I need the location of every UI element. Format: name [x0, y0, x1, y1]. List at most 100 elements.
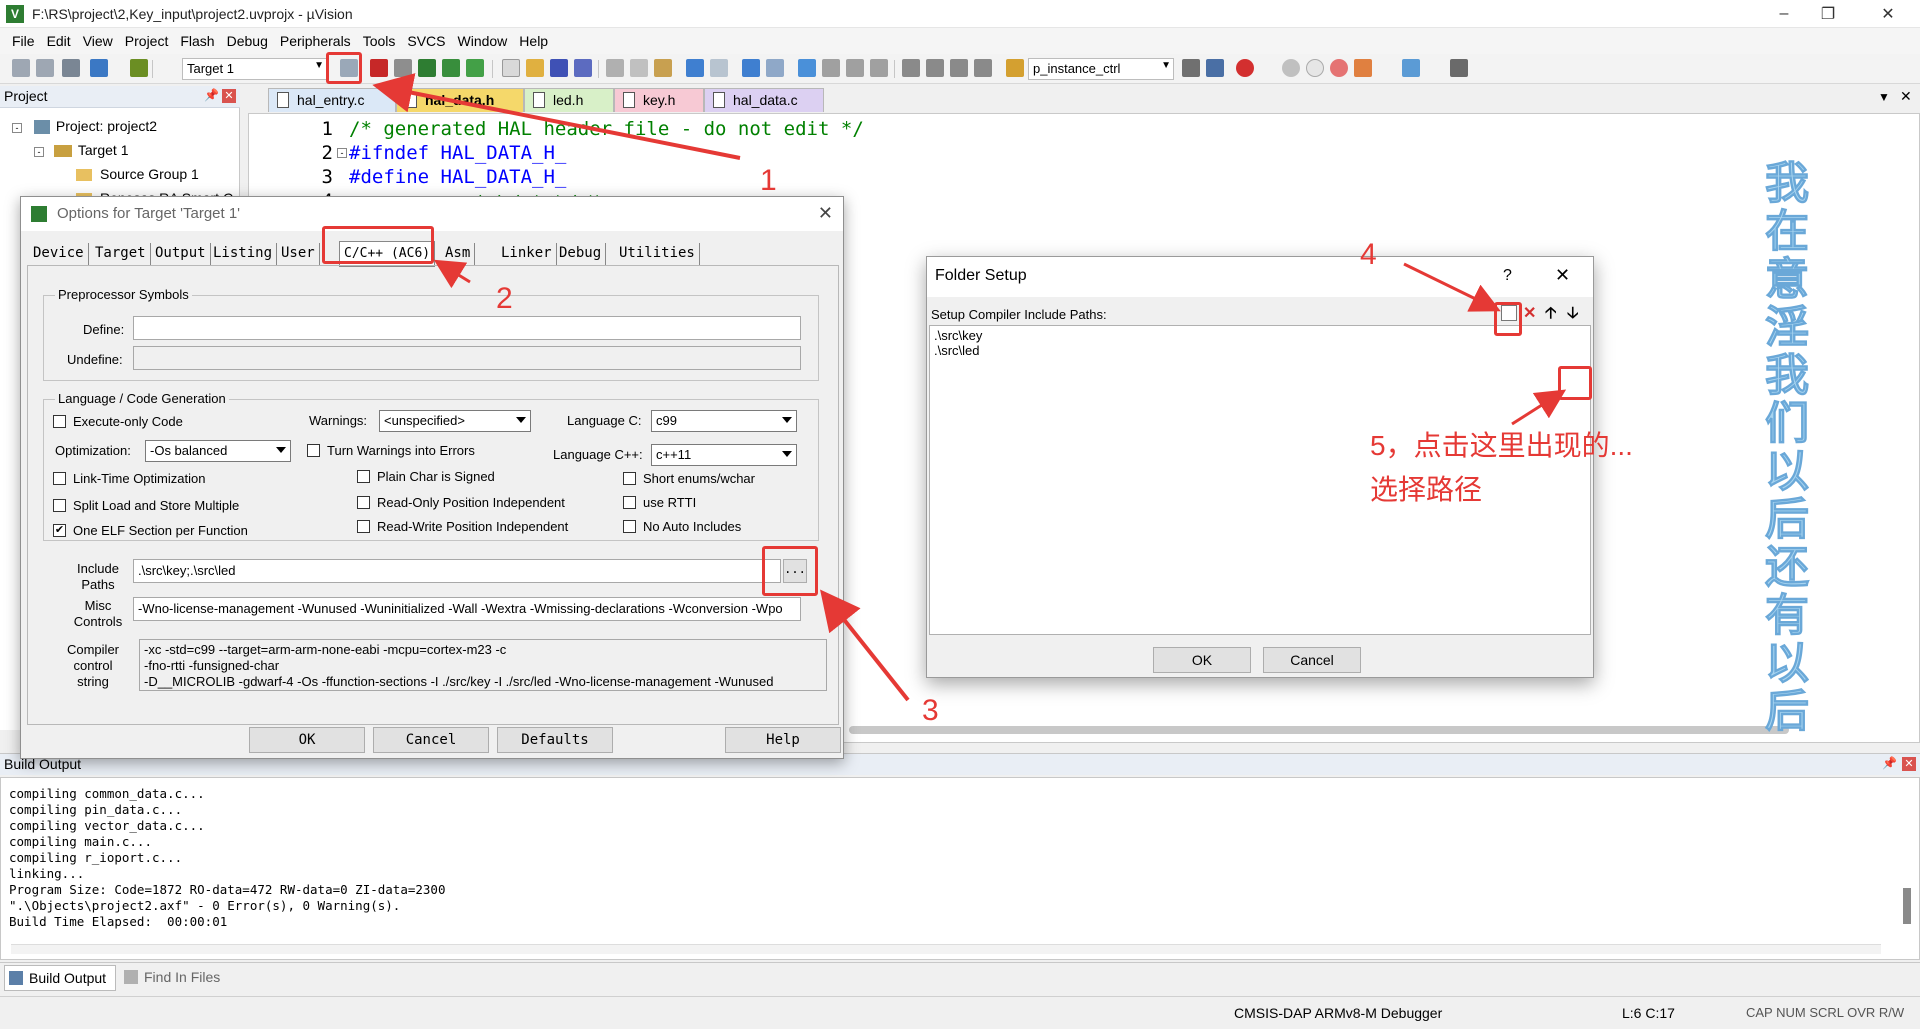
tab-output[interactable]: Output	[151, 243, 211, 265]
configure-icon[interactable]	[1450, 59, 1468, 77]
save-icon[interactable]	[550, 59, 568, 77]
menu-tools[interactable]: Tools	[357, 33, 402, 49]
panel-close-icon[interactable]: ✕	[222, 89, 236, 103]
menu-peripherals[interactable]: Peripherals	[274, 33, 357, 49]
debug-session-icon[interactable]	[1236, 59, 1254, 77]
menu-debug[interactable]: Debug	[221, 33, 274, 49]
cancel-button[interactable]: Cancel	[1263, 647, 1361, 673]
tab-hal-data-h[interactable]: hal_data.h	[396, 88, 524, 112]
unindent-icon[interactable]	[926, 59, 944, 77]
tab-listing[interactable]: Listing	[209, 243, 278, 265]
tab-hal-entry-c[interactable]: hal_entry.c	[268, 88, 396, 112]
turn-warnings-checkbox[interactable]	[307, 444, 320, 457]
open-file-icon[interactable]	[526, 59, 544, 77]
list-item[interactable]: .\src\led	[934, 343, 980, 358]
warnings-select[interactable]: <unspecified>	[379, 410, 531, 432]
menu-view[interactable]: View	[77, 33, 119, 49]
misc-controls-input[interactable]: -Wno-license-management -Wunused -Wunini…	[133, 597, 801, 621]
panel-close-icon[interactable]: ✕	[1902, 757, 1916, 771]
tab-device[interactable]: Device	[29, 243, 89, 265]
rw-pos-checkbox[interactable]	[357, 520, 370, 533]
batch-build-icon[interactable]	[90, 59, 108, 77]
collapse-icon[interactable]: -	[12, 123, 22, 133]
paste-icon[interactable]	[654, 59, 672, 77]
close-window-button[interactable]: ✕	[1860, 0, 1916, 28]
indent-icon[interactable]	[902, 59, 920, 77]
tab-target[interactable]: Target	[91, 243, 151, 265]
nav-forward-icon[interactable]	[766, 59, 784, 77]
incremental-find-icon[interactable]	[1206, 59, 1224, 77]
copy-icon[interactable]	[630, 59, 648, 77]
tab-hal-data-c[interactable]: hal_data.c	[704, 88, 824, 112]
tree-target[interactable]: - Target 1	[34, 142, 128, 158]
lto-checkbox[interactable]	[53, 472, 66, 485]
tab-user[interactable]: User	[277, 243, 320, 265]
ok-button[interactable]: OK	[249, 727, 365, 753]
vertical-scrollbar[interactable]	[1903, 888, 1911, 924]
menu-project[interactable]: Project	[119, 33, 175, 49]
maximize-button[interactable]: ❐	[1800, 0, 1856, 28]
tab-find-in-files[interactable]: Find In Files	[120, 965, 232, 991]
help-button[interactable]: Help	[725, 727, 841, 753]
menu-file[interactable]: File	[6, 33, 41, 49]
nav-back-icon[interactable]	[742, 59, 760, 77]
breakpoint-icon[interactable]	[1282, 59, 1300, 77]
undo-icon[interactable]	[686, 59, 704, 77]
find-icon[interactable]	[1182, 59, 1200, 77]
tab-utilities[interactable]: Utilities	[615, 243, 700, 265]
ro-pos-checkbox[interactable]	[357, 496, 370, 509]
language-c-select[interactable]: c99	[651, 410, 797, 432]
collapse-icon[interactable]: -	[34, 147, 44, 157]
select-software-packs-icon[interactable]	[418, 59, 436, 77]
prev-bookmark-icon[interactable]	[822, 59, 840, 77]
menu-flash[interactable]: Flash	[174, 33, 220, 49]
build-output-panel[interactable]: compiling common_data.c... compiling pin…	[0, 777, 1920, 960]
menu-window[interactable]: Window	[452, 33, 514, 49]
define-input[interactable]	[133, 316, 801, 340]
manage-components-icon[interactable]	[370, 59, 388, 77]
menu-edit[interactable]: Edit	[41, 33, 77, 49]
kill-breakpoints-icon[interactable]	[1330, 59, 1348, 77]
optimization-select[interactable]: -Os balanced	[145, 440, 291, 462]
tab-key-h[interactable]: key.h	[614, 88, 704, 112]
no-auto-checkbox[interactable]	[623, 520, 636, 533]
tab-debug[interactable]: Debug	[555, 243, 607, 265]
language-cpp-select[interactable]: c++11	[651, 444, 797, 466]
list-item[interactable]: .\src\key	[934, 328, 982, 343]
help-icon[interactable]: ?	[1503, 267, 1512, 285]
tab-asm[interactable]: Asm	[441, 243, 476, 265]
disable-breakpoint-icon[interactable]	[1306, 59, 1324, 77]
pin-icon[interactable]: 📌	[1882, 756, 1897, 770]
cancel-button[interactable]: Cancel	[373, 727, 489, 753]
function-combo[interactable]: p_instance_ctrl ▼	[1028, 58, 1174, 80]
cut-icon[interactable]	[606, 59, 624, 77]
find-in-files-icon[interactable]	[1006, 59, 1024, 77]
menu-svcs[interactable]: SVCS	[401, 33, 451, 49]
new-file-icon[interactable]	[502, 59, 520, 77]
tree-source-group[interactable]: Source Group 1	[76, 166, 199, 182]
tab-led-h[interactable]: led.h	[524, 88, 614, 112]
manage-project-items-icon[interactable]	[394, 59, 412, 77]
split-load-checkbox[interactable]	[53, 499, 66, 512]
include-paths-input[interactable]: .\src\key;.\src\led	[133, 559, 781, 583]
fold-icon[interactable]: -	[337, 148, 347, 158]
menu-help[interactable]: Help	[513, 33, 554, 49]
tab-linker[interactable]: Linker	[497, 243, 557, 265]
uncomment-icon[interactable]	[974, 59, 992, 77]
download-icon[interactable]	[130, 59, 148, 77]
horizontal-scrollbar[interactable]	[11, 944, 1881, 954]
tree-project[interactable]: - Project: project2	[12, 118, 157, 135]
ok-button[interactable]: OK	[1153, 647, 1251, 673]
window-layout-icon[interactable]	[1402, 59, 1420, 77]
execute-only-checkbox[interactable]	[53, 415, 66, 428]
run-time-env-icon[interactable]	[466, 59, 484, 77]
redo-icon[interactable]	[710, 59, 728, 77]
include-paths-list[interactable]: .\src\key .\src\led	[929, 325, 1591, 635]
delete-icon[interactable]: ✕	[1523, 303, 1536, 323]
close-tab-icon[interactable]: ✕	[1900, 88, 1912, 105]
horizontal-scrollbar[interactable]	[849, 726, 1789, 734]
build-icon[interactable]	[36, 59, 54, 77]
save-all-icon[interactable]	[574, 59, 592, 77]
clear-bookmarks-icon[interactable]	[870, 59, 888, 77]
tab-build-output[interactable]: Build Output	[4, 965, 116, 991]
